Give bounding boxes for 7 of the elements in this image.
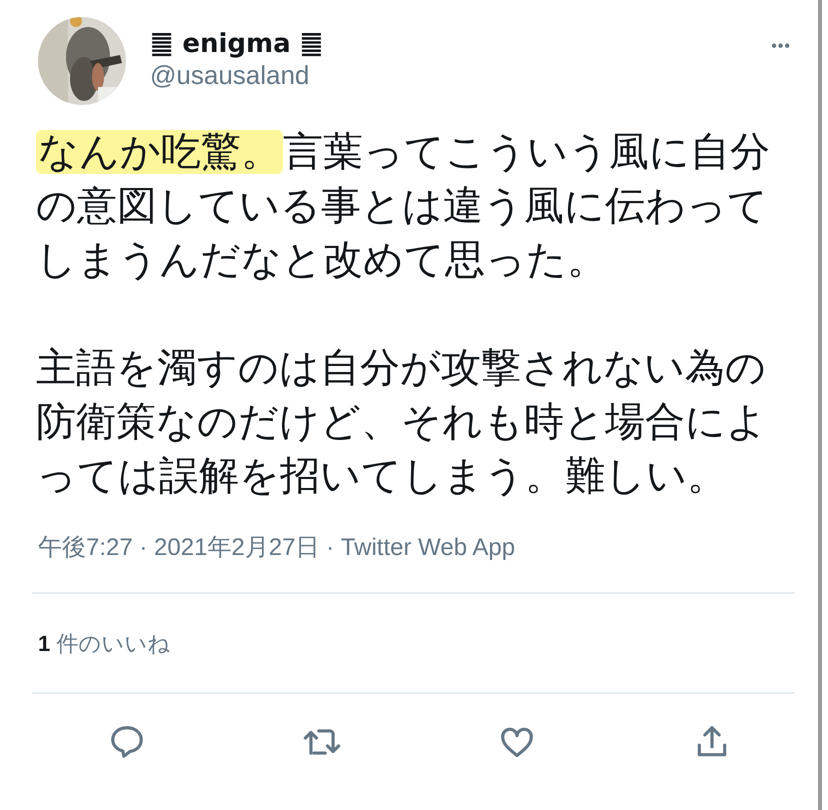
likes-count[interactable]: 1 件のいいね [38,626,170,660]
timestamp: 午後7:27 · 2021年2月27日 · Twitter Web App [38,533,516,563]
display-name: ䷀ enigma ䷀ [150,29,324,60]
tweet-text: 主語を濁すのは自分が攻撃されない為の防衛策なのだけど、それも時と場合によっては誤解を招いてしまう。難しい。 [36,345,768,500]
more-button[interactable]: ••• [771,35,791,59]
tweet-text: なんか吃驚。言葉ってこういう風に自分の意図している事とは違う風に伝わってしまうんだなと改めて思った。 [36,129,771,284]
username: @usausaland [150,60,310,92]
